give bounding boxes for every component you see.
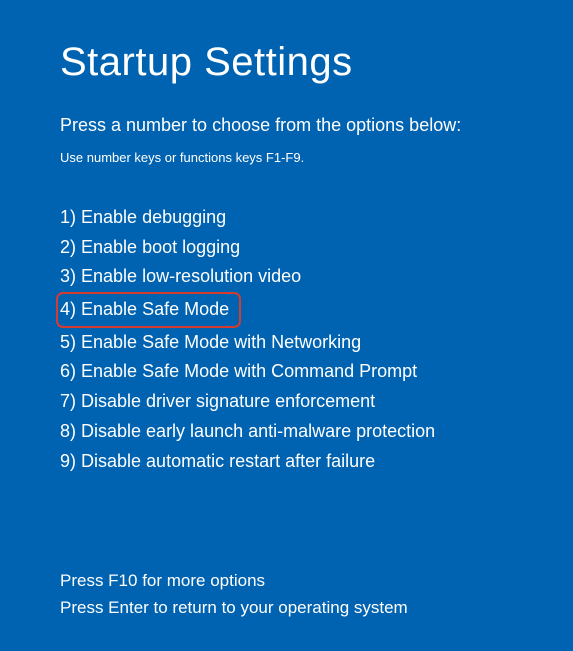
option-2[interactable]: 2) Enable boot logging	[60, 233, 513, 263]
option-4[interactable]: 4) Enable Safe Mode	[56, 292, 241, 328]
option-6[interactable]: 6) Enable Safe Mode with Command Prompt	[60, 357, 513, 387]
option-text: Enable Safe Mode	[81, 299, 229, 319]
footer: Press F10 for more options Press Enter t…	[60, 568, 408, 621]
footer-more-options: Press F10 for more options	[60, 568, 408, 594]
option-label: 5	[60, 332, 70, 352]
option-text: Enable debugging	[81, 207, 226, 227]
option-9[interactable]: 9) Disable automatic restart after failu…	[60, 447, 513, 477]
option-label: 3	[60, 266, 70, 286]
option-text: Enable low-resolution video	[81, 266, 301, 286]
option-8[interactable]: 8) Disable early launch anti-malware pro…	[60, 417, 513, 447]
option-text: Enable Safe Mode with Networking	[81, 332, 361, 352]
option-label: 4	[60, 299, 70, 319]
option-label: 9	[60, 451, 70, 471]
hint-text: Use number keys or functions keys F1-F9.	[60, 150, 513, 165]
option-label: 6	[60, 361, 70, 381]
instruction-text: Press a number to choose from the option…	[60, 115, 513, 136]
option-7[interactable]: 7) Disable driver signature enforcement	[60, 387, 513, 417]
option-text: Disable automatic restart after failure	[81, 451, 375, 471]
option-text: Enable boot logging	[81, 237, 240, 257]
page-title: Startup Settings	[60, 40, 513, 85]
option-3[interactable]: 3) Enable low-resolution video	[60, 262, 513, 292]
option-label: 1	[60, 207, 70, 227]
option-text: Disable driver signature enforcement	[81, 391, 375, 411]
option-1[interactable]: 1) Enable debugging	[60, 203, 513, 233]
option-label: 2	[60, 237, 70, 257]
option-text: Disable early launch anti-malware protec…	[81, 421, 435, 441]
footer-return: Press Enter to return to your operating …	[60, 595, 408, 621]
option-label: 7	[60, 391, 70, 411]
startup-options-list: 1) Enable debugging 2) Enable boot loggi…	[60, 203, 513, 476]
option-5[interactable]: 5) Enable Safe Mode with Networking	[60, 328, 513, 358]
option-text: Enable Safe Mode with Command Prompt	[81, 361, 417, 381]
option-label: 8	[60, 421, 70, 441]
